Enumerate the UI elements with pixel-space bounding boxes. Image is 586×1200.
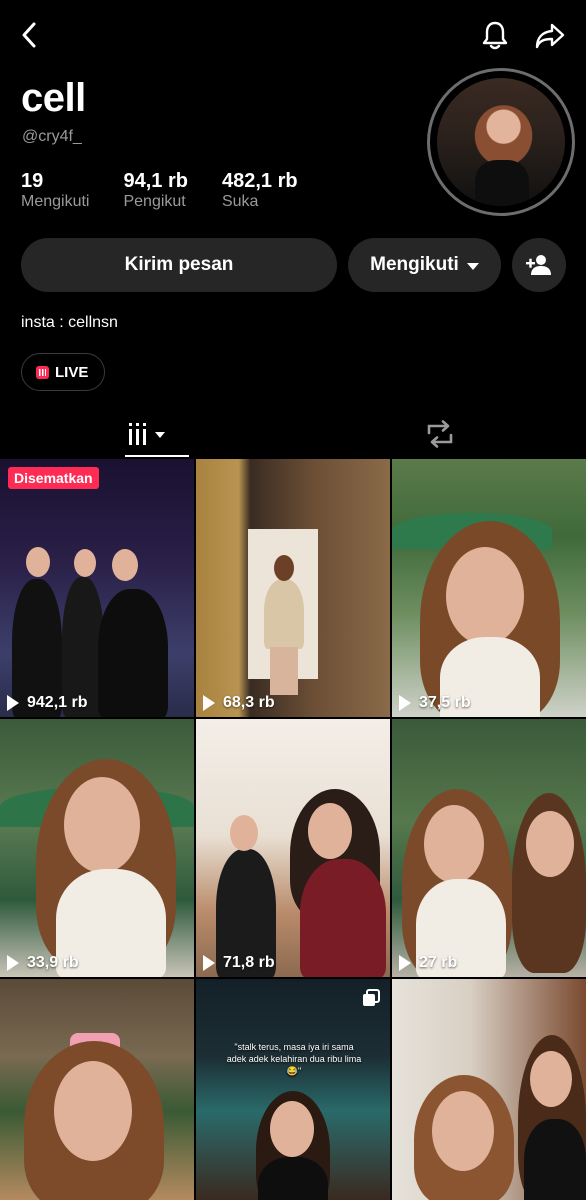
top-bar xyxy=(0,0,586,70)
content-tabs xyxy=(0,410,586,458)
tab-reposts[interactable] xyxy=(293,410,586,458)
grid-icon xyxy=(128,423,165,445)
video-thumbnail[interactable]: 68,3 rb xyxy=(196,459,390,717)
stat-value: 94,1 rb xyxy=(123,170,188,192)
bio-text: insta : cellnsn xyxy=(21,314,118,331)
person-figure xyxy=(524,1119,586,1200)
view-count: 71,8 rb xyxy=(203,954,275,972)
person-face xyxy=(74,549,96,577)
video-caption: "stalk terus, masa iya iri sama adek ade… xyxy=(226,1042,362,1076)
person-figure xyxy=(258,1157,328,1200)
notification-button[interactable] xyxy=(476,16,514,54)
video-thumbnail[interactable]: 37,5 rb xyxy=(392,459,586,717)
play-icon xyxy=(203,695,215,711)
stat-following[interactable]: 19 Mengikuti xyxy=(21,170,89,212)
bell-icon xyxy=(482,21,508,50)
view-count-label: 37,5 rb xyxy=(419,694,471,711)
active-tab-indicator xyxy=(125,455,189,457)
share-button[interactable] xyxy=(530,16,570,56)
stat-label: Mengikuti xyxy=(21,193,90,210)
video-thumbnail[interactable] xyxy=(392,979,586,1200)
photo-carousel-icon xyxy=(363,989,380,1006)
avatar-ring[interactable] xyxy=(427,68,575,216)
following-label: Mengikuti xyxy=(370,254,459,275)
person-face xyxy=(530,1051,572,1107)
play-icon xyxy=(399,695,411,711)
send-message-button[interactable]: Kirim pesan xyxy=(21,238,337,292)
avatar xyxy=(437,78,565,206)
stat-label: Suka xyxy=(221,193,259,210)
stat-label: Pengikut xyxy=(123,193,186,210)
video-thumbnail[interactable]: 33,9 rb xyxy=(0,719,194,977)
person-face xyxy=(270,1101,314,1157)
play-icon xyxy=(399,955,411,971)
view-count-label: 942,1 rb xyxy=(27,694,88,711)
view-count: 68,3 rb xyxy=(203,694,275,712)
video-thumbnail[interactable]: 71,8 rb xyxy=(196,719,390,977)
legs xyxy=(270,647,298,695)
view-count-label: 71,8 rb xyxy=(223,954,275,971)
view-count: 942,1 rb xyxy=(7,694,87,712)
person-figure xyxy=(300,859,386,977)
live-button[interactable]: LIVE xyxy=(21,353,105,391)
person-face xyxy=(446,547,524,645)
action-buttons: Kirim pesan Mengikuti xyxy=(21,238,566,292)
following-button[interactable]: Mengikuti xyxy=(348,238,501,292)
person-figure xyxy=(98,589,168,717)
stat-value: 482,1 rb xyxy=(221,170,298,192)
view-count: 33,9 rb xyxy=(7,954,79,972)
play-icon xyxy=(7,695,19,711)
person-face xyxy=(64,777,140,873)
display-name: cell xyxy=(21,76,86,120)
add-friend-button[interactable] xyxy=(512,238,566,292)
repost-icon xyxy=(427,420,452,448)
video-thumbnail[interactable]: 27 rb xyxy=(392,719,586,977)
view-count-label: 68,3 rb xyxy=(223,694,275,711)
person-face xyxy=(526,811,574,877)
add-user-icon xyxy=(526,255,551,275)
stat-followers[interactable]: 94,1 rb Pengikut xyxy=(123,170,187,212)
person-face xyxy=(112,549,138,581)
person-face xyxy=(54,1061,132,1161)
video-thumbnail[interactable]: Disematkan 942,1 rb xyxy=(0,459,194,717)
caret-down-icon xyxy=(466,262,479,270)
live-label: LIVE xyxy=(55,363,89,381)
username: @cry4f_ xyxy=(22,128,82,145)
play-icon xyxy=(7,955,19,971)
view-count-label: 27 rb xyxy=(419,954,458,971)
video-thumbnail[interactable]: "stalk terus, masa iya iri sama adek ade… xyxy=(196,979,390,1200)
person-face xyxy=(432,1091,494,1171)
view-count: 27 rb xyxy=(399,954,457,972)
back-button[interactable] xyxy=(12,18,46,52)
live-icon xyxy=(36,365,49,379)
person-face xyxy=(308,803,352,859)
person-face xyxy=(424,805,484,883)
share-arrow-icon xyxy=(535,23,565,49)
person-face xyxy=(26,547,50,577)
profile-stats: 19 Mengikuti 94,1 rb Pengikut 482,1 rb S… xyxy=(21,170,332,212)
play-icon xyxy=(203,955,215,971)
view-count-label: 33,9 rb xyxy=(27,954,79,971)
stat-likes[interactable]: 482,1 rb Suka xyxy=(222,170,298,212)
chevron-left-icon xyxy=(22,22,36,48)
person-face xyxy=(230,815,258,851)
person-figure xyxy=(264,579,304,649)
person-face xyxy=(274,555,294,581)
tab-videos[interactable] xyxy=(0,410,293,458)
video-thumbnail[interactable] xyxy=(0,979,194,1200)
pinned-badge: Disematkan xyxy=(8,467,99,489)
view-count: 37,5 rb xyxy=(399,694,471,712)
stat-value: 19 xyxy=(21,170,44,192)
